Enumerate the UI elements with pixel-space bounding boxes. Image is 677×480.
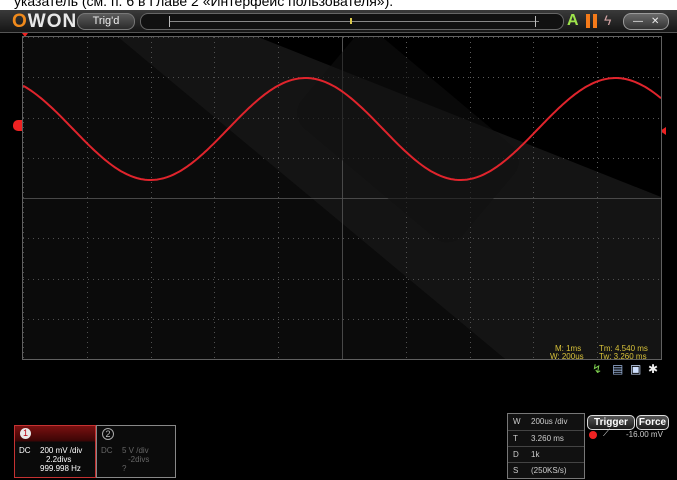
measure-icon[interactable]: ↯ bbox=[592, 362, 602, 376]
single-icon[interactable]: ϟ bbox=[604, 12, 611, 28]
row-value: 200us /div bbox=[531, 417, 568, 426]
minimize-icon[interactable]: — bbox=[633, 14, 643, 29]
tw-readout: Tw: 3.260 ms bbox=[599, 352, 647, 360]
timebase-track bbox=[169, 21, 539, 22]
display-icon[interactable]: ▣ bbox=[630, 362, 641, 376]
window-timebase-readout: W: 200us bbox=[550, 352, 584, 360]
timebase-left-marker bbox=[169, 16, 170, 27]
row-key: W bbox=[513, 417, 521, 426]
trigger-source-icon bbox=[589, 431, 597, 439]
channel1-scale: 200 mV /div bbox=[40, 446, 83, 455]
table-row: T 3.260 ms bbox=[508, 430, 584, 447]
table-row: W 200us /div bbox=[508, 414, 584, 430]
trigger-status-badge[interactable]: Trig'd bbox=[77, 13, 135, 30]
channel2-number: 2 bbox=[102, 428, 114, 440]
document-caption: указатель (см. п. 6 в Главе 2 «Интерфейс… bbox=[0, 0, 677, 10]
title-bar: OWON Trig'd A ϟ — ✕ bbox=[0, 10, 677, 33]
close-icon[interactable]: ✕ bbox=[651, 14, 659, 29]
channel1-panel[interactable]: 1 DC 200 mV /div 2.2divs 999.998 Hz bbox=[14, 425, 96, 478]
timebase-position-slider[interactable] bbox=[140, 13, 564, 30]
channel1-number: 1 bbox=[20, 428, 31, 439]
row-value: (250KS/s) bbox=[531, 466, 567, 475]
pause-icon[interactable] bbox=[586, 14, 598, 28]
channel1-coupling: DC bbox=[19, 446, 31, 455]
row-value: 3.260 ms bbox=[531, 434, 564, 443]
row-key: S bbox=[513, 466, 519, 475]
waveform-display[interactable]: M: 1ms Tm: 4.540 ms W: 200us Tw: 3.260 m… bbox=[22, 36, 662, 360]
trigger-button[interactable]: Trigger bbox=[587, 415, 635, 430]
print-icon[interactable]: ▤ bbox=[612, 362, 623, 376]
channel1-offset: 2.2divs bbox=[46, 455, 72, 464]
window-controls: — ✕ bbox=[623, 13, 669, 30]
trigger-level-readout: -16.00 mV bbox=[626, 430, 663, 439]
rising-edge-icon: ⟋ bbox=[603, 428, 610, 439]
auto-icon[interactable]: A bbox=[567, 12, 579, 30]
row-value: 1k bbox=[531, 450, 540, 459]
channel1-frequency: 999.998 Hz bbox=[40, 464, 81, 473]
force-button[interactable]: Force bbox=[636, 415, 669, 430]
row-key: D bbox=[513, 450, 519, 459]
settings-gear-icon[interactable]: ✱ bbox=[648, 362, 658, 376]
channel1-offset-marker[interactable] bbox=[13, 120, 22, 131]
row-key: T bbox=[513, 434, 518, 443]
channel2-coupling: DC bbox=[101, 446, 113, 455]
timebase-right-marker bbox=[535, 16, 536, 27]
waveform-canvas bbox=[23, 37, 661, 359]
owon-logo: OWON bbox=[12, 11, 78, 32]
table-row: D 1k bbox=[508, 446, 584, 463]
channel2-panel[interactable]: 2 DC 5 V /div -2divs ? bbox=[96, 425, 176, 478]
channel2-scale: 5 V /div bbox=[122, 446, 149, 455]
timebase-table[interactable]: W 200us /div T 3.260 ms D 1k S (250KS/s) bbox=[507, 413, 585, 479]
trigger-position-marker[interactable] bbox=[350, 18, 352, 24]
table-row: S (250KS/s) bbox=[508, 462, 584, 479]
toolbar: ↯ ▤ ▣ ✱ bbox=[590, 362, 666, 378]
channel2-extra: ? bbox=[122, 464, 127, 473]
channel2-offset: -2divs bbox=[128, 455, 150, 464]
caption-text: указатель (см. п. 6 в Главе 2 «Интерфейс… bbox=[14, 0, 394, 9]
